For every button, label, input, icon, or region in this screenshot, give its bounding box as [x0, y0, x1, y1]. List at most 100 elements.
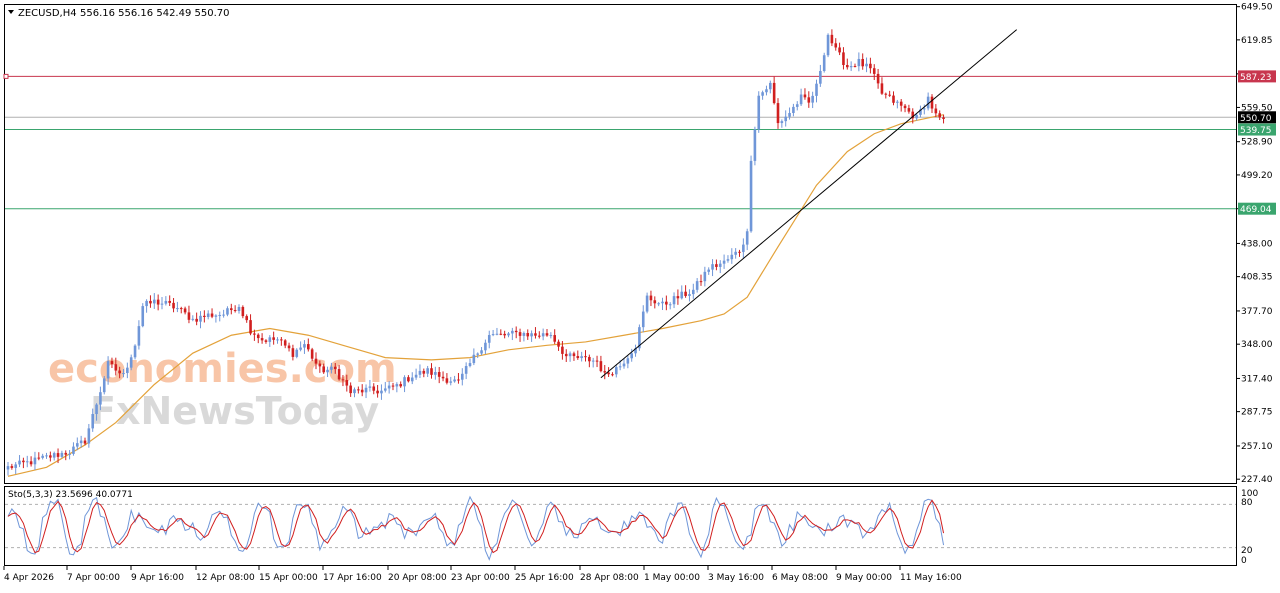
candle-bull: [522, 333, 526, 336]
candle-bull: [568, 353, 572, 357]
candle-bull: [191, 318, 195, 320]
candle-bull: [591, 360, 595, 362]
candle-bear: [114, 364, 118, 371]
candle-bear: [399, 384, 402, 387]
candle-bear: [684, 291, 687, 296]
candle-bear: [203, 315, 206, 317]
candle-bull: [353, 389, 356, 394]
candle-bull: [695, 281, 699, 290]
x-tick-label: 15 Apr 00:00: [259, 573, 318, 583]
candle-bull: [626, 358, 630, 364]
candle-bull: [206, 313, 210, 317]
candle-bull: [25, 461, 29, 463]
candle-bear: [187, 312, 191, 320]
x-tick-label: 7 Apr 00:00: [67, 573, 120, 583]
candle-bull: [268, 337, 272, 342]
x-tick-label: 28 Apr 08:00: [580, 573, 639, 583]
candle-bear: [287, 345, 291, 349]
x-tick-label: 4 Apr 2026: [4, 573, 54, 583]
candle-bear: [526, 333, 530, 337]
candle-bear: [241, 306, 245, 317]
chart-window[interactable]: economies.com FxNewsToday 649.50 619.85 58…: [0, 0, 1280, 589]
candle-bull: [923, 108, 926, 110]
price-chart[interactable]: economies.com FxNewsToday 649.50 619.85 58…: [0, 0, 1280, 589]
x-tick-label: 1 May 00:00: [644, 573, 700, 583]
candle-bear: [253, 333, 256, 335]
candle-bear: [179, 308, 183, 310]
candle-bull: [414, 374, 418, 378]
candle-bear: [337, 369, 341, 380]
candle-bull: [79, 440, 83, 444]
candle-bear: [676, 296, 680, 299]
candle-bull: [668, 304, 672, 306]
candle-bull: [218, 315, 222, 317]
level-anchor-marker: [3, 73, 9, 79]
candle-bear: [699, 281, 703, 283]
level-price-label: 469.04: [1240, 205, 1272, 215]
y-tick-label: 528.90: [1241, 138, 1273, 148]
candle-bull: [276, 339, 279, 341]
candle-bull: [87, 428, 91, 444]
candle-bull: [722, 260, 726, 264]
candle-bear: [360, 389, 364, 393]
candle-bull: [153, 299, 156, 304]
candle-bear: [357, 389, 360, 391]
candle-bear: [884, 93, 888, 95]
candle-bear: [907, 108, 911, 112]
candle-bull: [703, 271, 707, 282]
candle-bull: [618, 366, 622, 368]
candle-bear: [738, 251, 741, 253]
x-tick-label: 9 Apr 16:00: [131, 573, 184, 583]
candle-bear: [345, 380, 349, 386]
candle-bull: [199, 315, 202, 322]
candle-bull: [137, 326, 141, 346]
candle-bull: [102, 378, 106, 393]
candle-bear: [183, 308, 187, 313]
symbol-label: ZECUSD,H4: [18, 8, 77, 19]
candle-bear: [553, 335, 556, 342]
candle-bull: [630, 353, 633, 359]
candle-bull: [495, 333, 499, 335]
candle-bear: [830, 34, 834, 44]
candle-bear: [934, 108, 938, 114]
candle-bull: [507, 333, 510, 336]
candle-bull: [222, 314, 225, 316]
candle-bull: [449, 381, 453, 383]
watermark-fxnewstoday: FxNewsToday: [90, 389, 379, 433]
candle-bull: [757, 95, 761, 130]
candle-bull: [530, 333, 533, 337]
chart-header: ZECUSD,H4 556.16 556.16 542.49 550.70: [8, 8, 230, 19]
candle-bear: [233, 310, 237, 312]
candle-bull: [295, 349, 299, 357]
candle-bull: [661, 301, 664, 304]
candle-bull: [484, 342, 487, 351]
candle-bull: [126, 367, 129, 374]
candle-bull: [761, 92, 764, 96]
candle-bear: [49, 455, 52, 458]
candle-bull: [742, 244, 745, 252]
candle-bull: [60, 452, 64, 457]
candle-bear: [64, 452, 68, 455]
x-tick-label: 11 May 16:00: [900, 573, 962, 583]
candle-bear: [938, 113, 941, 118]
candle-bear: [499, 333, 503, 335]
candle-bull: [707, 269, 710, 272]
y-tick-label: 438.00: [1241, 239, 1273, 249]
candle-bull: [645, 295, 649, 312]
candle-bear: [772, 82, 776, 104]
candle-bear: [245, 316, 248, 321]
candle-bull: [792, 106, 795, 113]
candle-bear: [899, 101, 903, 106]
candle-bear: [584, 356, 587, 358]
candle-bear: [118, 370, 121, 374]
candle-bull: [91, 414, 94, 429]
candle-bear: [649, 295, 653, 301]
y-tick-label: 287.75: [1241, 408, 1273, 418]
candle-bear: [803, 94, 807, 98]
candle-bull: [472, 354, 476, 364]
candle-bull: [403, 377, 406, 387]
candle-bull: [45, 455, 48, 457]
candle-bear: [437, 372, 441, 377]
candle-bear: [903, 105, 907, 109]
candle-bear: [349, 385, 352, 394]
